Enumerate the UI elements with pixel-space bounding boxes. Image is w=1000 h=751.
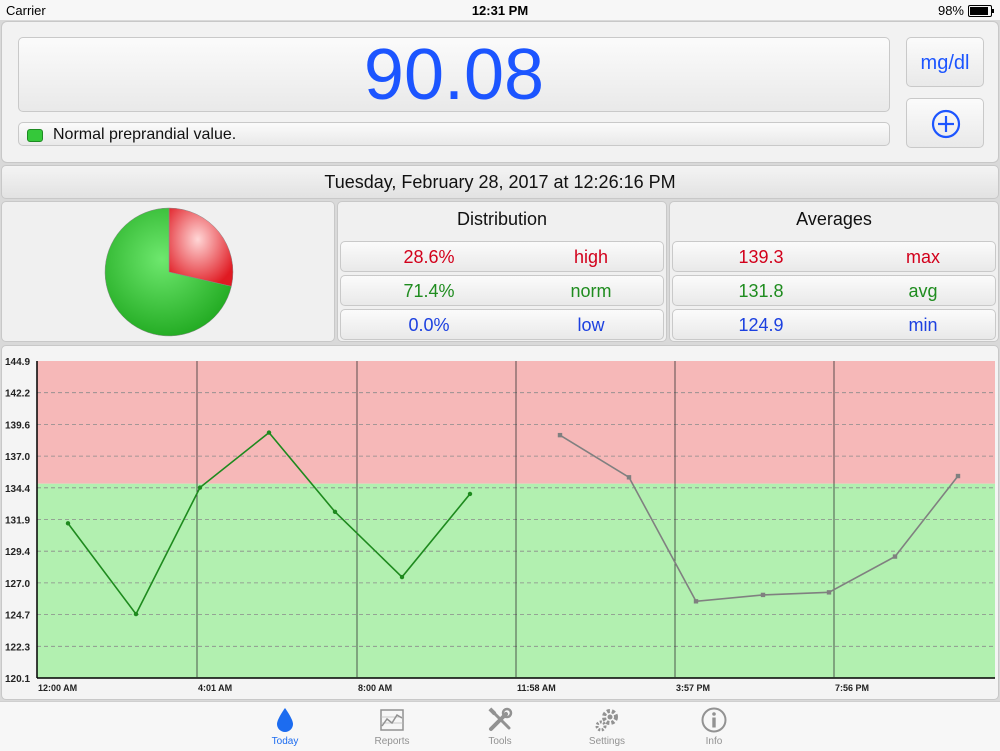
x-tick-label: 3:57 PM [676,683,710,693]
data-point [892,554,898,559]
data-point [955,473,961,479]
tab-label: Settings [588,736,626,747]
distribution-title: Distribution [456,209,548,229]
x-tick-label: 4:01 AM [198,683,232,693]
tab-tools[interactable]: Tools [460,702,540,751]
data-point [693,599,699,604]
chart-icon [380,709,404,731]
reading-display: 90.08 [18,35,890,115]
x-tick-label: 7:56 PM [835,683,869,693]
y-tick-label: 142.2 [5,389,30,400]
averages-max-value: 139.3 [738,247,784,267]
glucose-chart-panel: 144.9 142.2 139.6 137.0 134.4 131.9 129.4 127.0… [1,345,999,700]
distribution-norm-label: norm [570,281,612,301]
y-tick-label: 144.9 [5,357,30,368]
averages-row-min: 124.9 min [672,309,996,340]
distribution-high-label: high [573,247,609,267]
data-point [626,475,632,480]
x-tick-label: 12:00 AM [38,683,77,693]
averages-panel: Averages 139.3 max 131.8 avg 124.9 min [669,201,999,342]
distribution-norm-value: 71.4% [403,281,455,301]
data-point [467,491,473,497]
averages-min-label: min [908,315,938,335]
tab-label: Info [705,736,723,747]
averages-title: Averages [796,209,872,229]
y-tick-label: 122.3 [5,642,30,653]
status-bar: Carrier 12:31 PM 98% [0,0,1000,20]
clock: 12:31 PM [471,3,529,18]
timestamp-bar: Tuesday, February 28, 2017 at 12:26:16 P… [1,165,999,199]
y-tick-label: 129.4 [5,547,30,558]
y-tick-label: 131.9 [5,516,30,527]
y-tick-label: 137.0 [5,452,30,463]
y-tick-label: 127.0 [5,579,30,590]
y-tick-label: 124.7 [5,611,30,622]
distribution-pie-chart [104,207,234,337]
averages-min-value: 124.9 [738,315,784,335]
data-point [826,590,832,595]
unit-label: mg/dl [920,52,970,74]
averages-max-label: max [905,247,940,267]
x-tick-label: 8:00 AM [358,683,392,693]
distribution-panel: Distribution 28.6% high 71.4% norm 0.0% … [337,201,667,342]
reading-panel: 90.08 Normal preprandial value. mg/dl [1,21,999,163]
add-entry-button[interactable] [906,98,984,148]
data-point [266,430,272,435]
distribution-row-high: 28.6% high [340,241,664,272]
plus-circle-icon [931,109,961,139]
tab-bar: Today Reports Tools Settings Info [0,701,1000,751]
tab-reports[interactable]: Reports [352,702,432,751]
tab-settings[interactable]: Settings [567,702,647,751]
data-point [332,509,338,515]
distribution-row-low: 0.0% low [340,309,664,340]
distribution-pie-panel [1,201,335,342]
data-point [133,611,139,617]
gear-icon [595,709,618,732]
info-icon [701,707,727,733]
distribution-low-label: low [577,315,605,335]
status-text: Normal preprandial value. [53,126,237,143]
data-point [557,432,563,438]
averages-row-avg: 131.8 avg [672,275,996,306]
y-tick-label: 120.1 [5,674,30,685]
tab-label: Today [271,736,299,747]
status-led-icon [27,129,43,142]
unit-button[interactable]: mg/dl [906,37,984,87]
tools-icon [488,707,513,731]
averages-row-max: 139.3 max [672,241,996,272]
tab-info[interactable]: Info [674,702,754,751]
data-point [760,592,766,598]
tab-today[interactable]: Today [245,702,325,751]
battery-percent: 98% [937,3,964,18]
tab-label: Reports [374,736,410,747]
glucose-line-chart: 144.9 142.2 139.6 137.0 134.4 131.9 129.4 127.0… [5,357,995,693]
distribution-low-value: 0.0% [408,315,450,335]
y-tick-label: 139.6 [5,420,30,431]
tab-label: Tools [488,736,512,747]
y-tick-label: 134.4 [5,484,30,495]
distribution-high-value: 28.6% [403,247,455,267]
data-point [197,485,203,490]
averages-avg-value: 131.8 [738,281,784,301]
distribution-row-norm: 71.4% norm [340,275,664,306]
reading-status: Normal preprandial value. [18,122,890,146]
data-point [65,521,71,526]
averages-avg-label: avg [908,281,938,301]
drop-icon [277,708,293,732]
x-tick-label: 11:58 AM [517,683,556,693]
data-point [399,574,405,580]
battery-icon [968,4,994,17]
reading-value: 90.08 [363,35,545,115]
battery-indicator: 98% [937,3,994,18]
